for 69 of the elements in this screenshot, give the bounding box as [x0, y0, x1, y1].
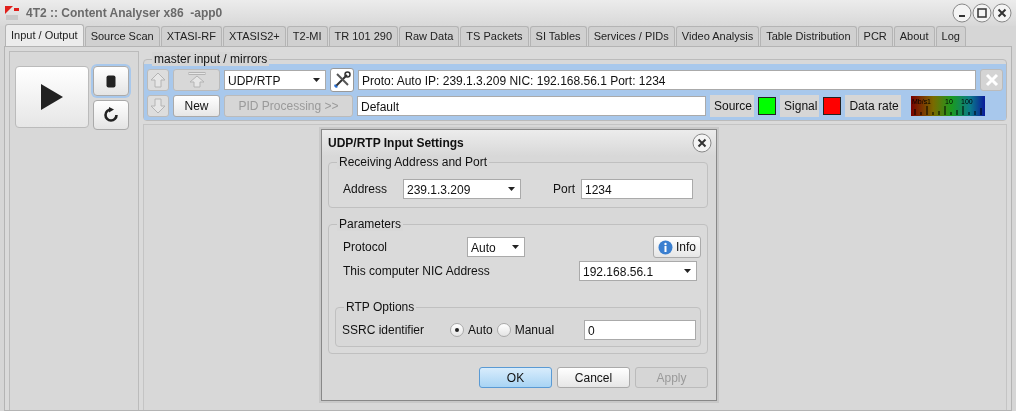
dropdown-arrow-icon — [512, 245, 519, 249]
tab[interactable]: T2-MI — [286, 26, 328, 46]
nic-dropdown[interactable]: 192.168.56.1 — [579, 261, 697, 281]
radio-button[interactable] — [496, 323, 511, 337]
play-button[interactable] — [15, 66, 89, 128]
dialog-title: UDP/RTP Input Settings — [328, 136, 464, 150]
tab[interactable]: TR 101 290 — [328, 26, 398, 46]
radio-label: Manual — [514, 323, 555, 337]
close-icon[interactable] — [692, 133, 712, 153]
group-title: Parameters — [337, 217, 404, 231]
protocol-label: Protocol — [343, 240, 389, 254]
close-icon — [984, 72, 999, 87]
stop-icon — [106, 74, 116, 88]
input-summary-field[interactable]: Proto: Auto IP: 239.1.3.209 NIC: 192.168.56.1 Port: 1234 — [358, 69, 976, 90]
tab[interactable]: Log — [935, 26, 966, 46]
tab[interactable]: XTASIS2+ — [222, 26, 286, 46]
radio-option[interactable]: Manual — [496, 323, 555, 337]
tab[interactable]: TS Packets — [460, 26, 529, 46]
info-button[interactable]: Info — [653, 236, 701, 258]
address-label: Address — [343, 182, 389, 196]
tab[interactable]: Video Analysis — [675, 26, 760, 46]
tab[interactable]: Services / PIDs — [587, 26, 675, 46]
radio-label: Auto — [468, 323, 493, 337]
new-button[interactable]: New — [173, 94, 220, 117]
port-field[interactable]: 1234 — [581, 179, 693, 199]
dialog-button[interactable]: Cancel — [557, 367, 630, 388]
group-title: master input / mirrors — [152, 52, 270, 66]
dropdown-arrow-icon — [684, 269, 691, 273]
dropdown-arrow-icon — [313, 77, 320, 82]
settings-button[interactable] — [330, 67, 354, 92]
group-title: RTP Options — [344, 300, 417, 314]
indicator-label: Signal — [780, 94, 820, 117]
down-arrow-icon — [150, 97, 166, 114]
tab[interactable]: SI Tables — [529, 26, 587, 46]
indicator-label: Data rate — [845, 94, 901, 117]
up-arrow-icon — [150, 71, 166, 88]
group-title: Receiving Address and Port — [337, 155, 490, 169]
dialog-button[interactable]: OK — [479, 367, 552, 388]
tab[interactable]: Table Distribution — [760, 26, 857, 46]
close-icon[interactable] — [992, 3, 1012, 23]
stop-button[interactable] — [93, 66, 129, 96]
tab[interactable]: Raw Data — [399, 26, 460, 46]
input-name-field[interactable]: Default — [357, 95, 706, 116]
nic-label: This computer NIC Address — [343, 264, 491, 278]
top-arrow-icon — [187, 71, 206, 88]
address-dropdown[interactable]: 239.1.3.209 — [403, 179, 521, 199]
tab[interactable]: PCR — [857, 26, 893, 46]
tab[interactable]: Source Scan — [84, 26, 160, 46]
tools-icon — [333, 70, 351, 89]
dropdown-arrow-icon — [508, 187, 515, 191]
port-label: Port — [553, 182, 575, 196]
info-icon — [658, 239, 673, 255]
play-icon — [39, 82, 65, 112]
ssrc-label: SSRC identifier — [342, 323, 426, 337]
app-logo-icon — [4, 5, 20, 21]
tab[interactable]: About — [893, 26, 935, 46]
ssrc-field[interactable]: 0 — [584, 320, 696, 340]
radio-button[interactable] — [450, 323, 464, 337]
source-type-dropdown[interactable]: UDP/RTP — [224, 69, 326, 90]
maximize-icon[interactable] — [972, 3, 992, 23]
tab[interactable]: XTASI-RF — [160, 26, 222, 46]
radio-option[interactable]: Auto — [450, 323, 493, 337]
indicator-label: Source — [710, 94, 755, 117]
minimize-icon[interactable] — [952, 3, 972, 23]
window-title: 4T2 :: Content Analyser x86 -app0 — [26, 6, 224, 20]
reload-button[interactable] — [93, 100, 129, 130]
protocol-dropdown[interactable]: Auto — [467, 237, 525, 257]
reload-icon — [103, 107, 119, 123]
tab[interactable]: Input / Output — [5, 24, 84, 46]
